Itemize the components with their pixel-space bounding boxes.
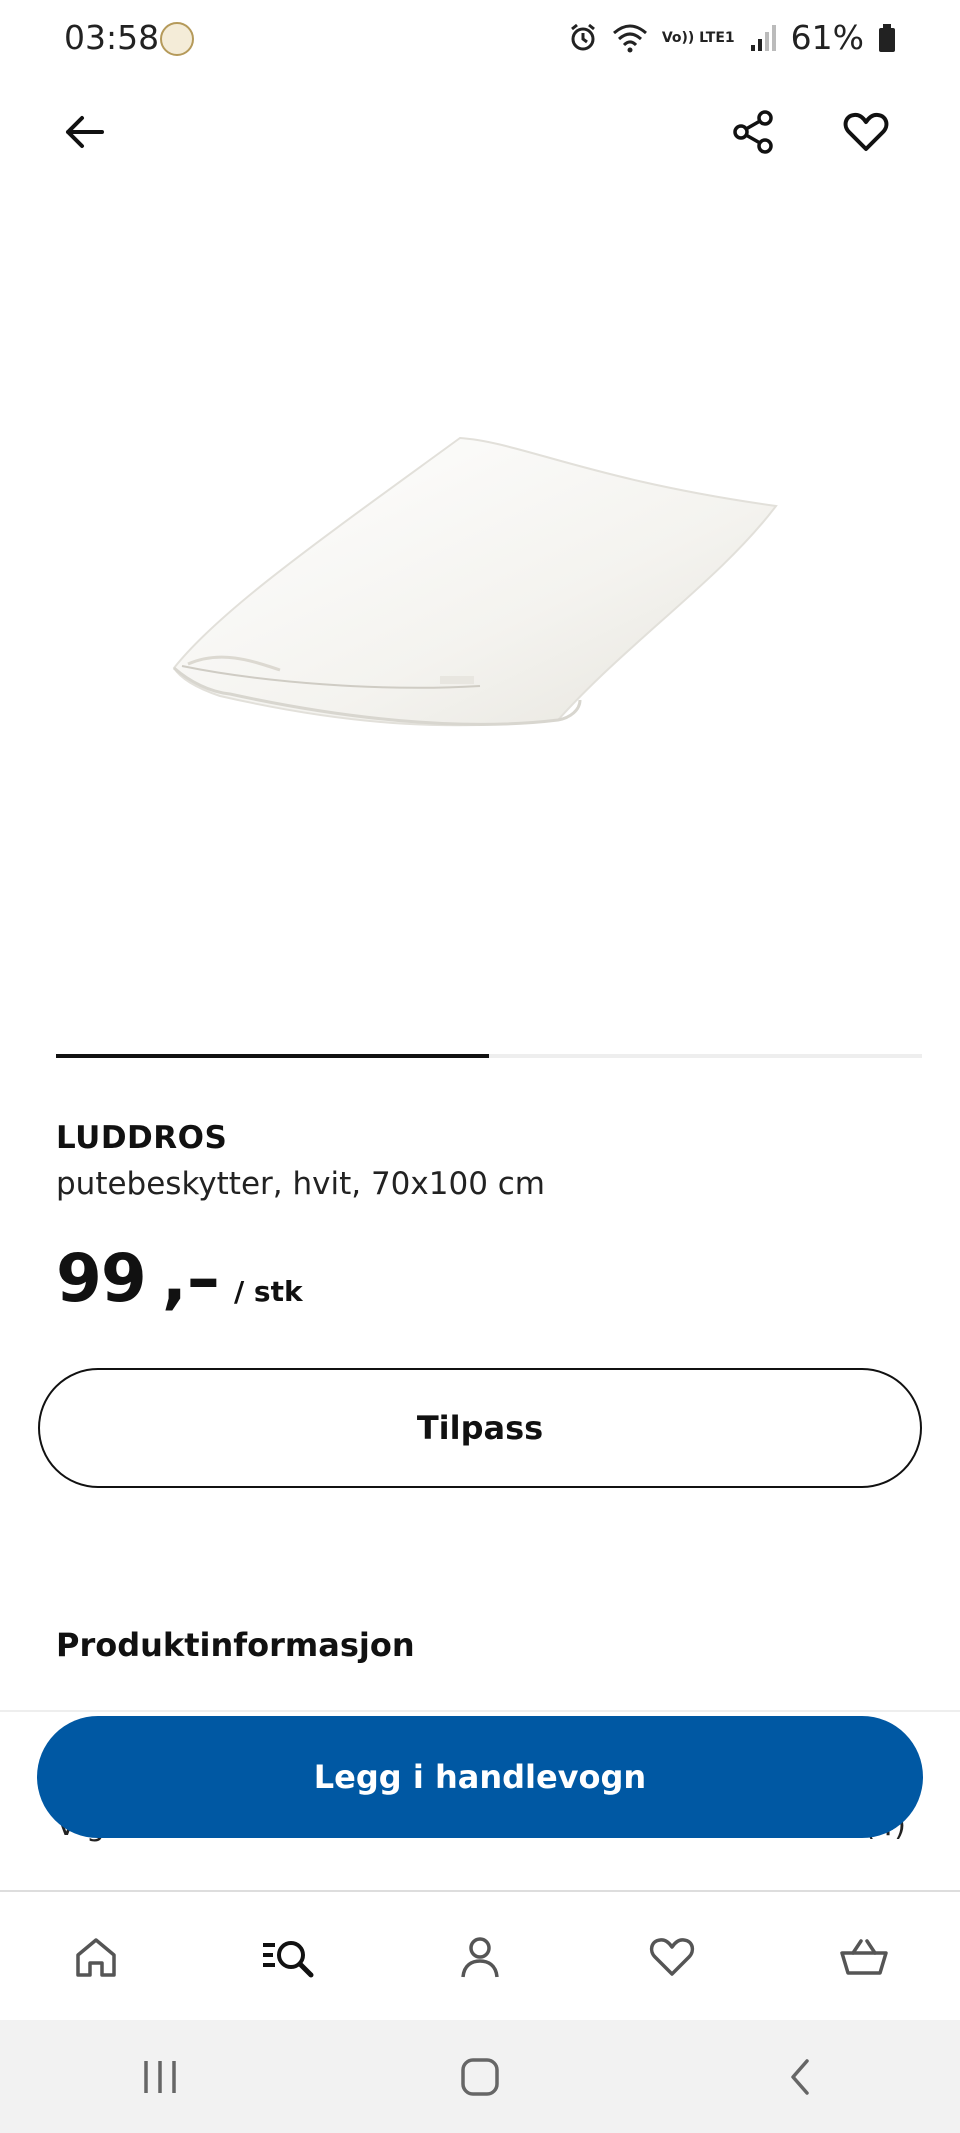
battery-percent: 61% bbox=[790, 18, 864, 57]
network-label: Vo)) LTE1 bbox=[661, 29, 735, 46]
back-icon bbox=[791, 2058, 809, 2095]
product-price: 99 ,– / stk bbox=[56, 1240, 303, 1317]
divider bbox=[0, 1710, 960, 1712]
back-button[interactable] bbox=[48, 96, 120, 168]
gallery-progress-fill bbox=[56, 1054, 489, 1058]
favorites-icon bbox=[649, 1938, 695, 1976]
nav-favorites[interactable] bbox=[622, 1907, 722, 2007]
signal-icon bbox=[750, 24, 776, 51]
alarm-icon bbox=[570, 23, 595, 50]
add-to-cart-button[interactable]: Legg i handlevogn bbox=[37, 1716, 923, 1838]
home-button[interactable] bbox=[420, 2032, 540, 2122]
status-icons: Vo)) LTE1 61% bbox=[568, 18, 896, 57]
wifi-icon bbox=[612, 24, 647, 52]
back-arrow-icon bbox=[66, 116, 104, 148]
customize-button[interactable]: Tilpass bbox=[38, 1368, 922, 1488]
recents-button[interactable] bbox=[100, 2032, 220, 2122]
product-image[interactable] bbox=[160, 420, 800, 780]
home-button-icon bbox=[461, 2057, 499, 2096]
status-bar: 03:58 Vo)) LTE1 61% bbox=[0, 0, 960, 80]
profile-icon bbox=[461, 1937, 499, 1978]
pillow-illustration bbox=[172, 436, 778, 727]
system-back-button[interactable] bbox=[740, 2032, 860, 2122]
system-nav-bar bbox=[0, 2020, 960, 2133]
nav-profile[interactable] bbox=[430, 1907, 530, 2007]
search-icon bbox=[263, 1941, 314, 1978]
status-time: 03:58 bbox=[64, 18, 160, 57]
gallery-progress bbox=[56, 1054, 922, 1058]
battery-icon bbox=[879, 23, 895, 52]
nav-search[interactable] bbox=[238, 1907, 338, 2007]
share-icon bbox=[733, 110, 773, 154]
product-info-heading[interactable]: Produktinformasjon bbox=[56, 1626, 415, 1664]
bottom-nav bbox=[0, 1890, 960, 2022]
favorite-button[interactable] bbox=[830, 96, 902, 168]
price-amount: 99 bbox=[56, 1240, 147, 1317]
share-button[interactable] bbox=[718, 96, 790, 168]
notification-avatar-icon bbox=[160, 22, 194, 56]
price-unit: / stk bbox=[233, 1275, 303, 1308]
recents-icon bbox=[144, 2060, 176, 2093]
basket-icon bbox=[840, 1939, 888, 1975]
price-suffix: ,– bbox=[161, 1240, 220, 1317]
nav-home[interactable] bbox=[46, 1907, 146, 2007]
nav-basket[interactable] bbox=[814, 1907, 914, 2007]
product-description: putebeskytter, hvit, 70x100 cm bbox=[56, 1166, 546, 1202]
home-icon bbox=[76, 1938, 116, 1977]
heart-icon bbox=[843, 112, 889, 151]
product-name: LUDDROS bbox=[56, 1120, 228, 1156]
